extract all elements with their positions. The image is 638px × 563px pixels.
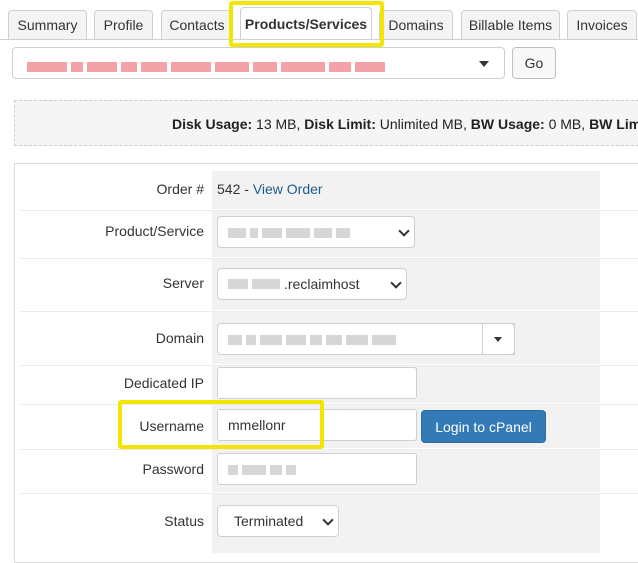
highlight-products-tab [229, 1, 384, 47]
order-value: 542 - View Order [217, 181, 323, 197]
tab-summary[interactable]: Summary [8, 10, 87, 39]
dedicated-ip-input[interactable] [217, 367, 417, 399]
chevron-down-icon [322, 514, 334, 526]
tab-invoices[interactable]: Invoices [567, 10, 637, 39]
row-divider [20, 449, 638, 450]
password-input[interactable] [217, 453, 417, 485]
row-divider [20, 365, 638, 366]
disk-limit-label: Disk Limit: [304, 116, 376, 132]
row-divider [20, 311, 638, 312]
tab-profile[interactable]: Profile [94, 10, 153, 39]
server-label: Server [162, 275, 204, 291]
row-divider [20, 258, 638, 259]
tab-billable-items[interactable]: Billable Items [461, 10, 560, 39]
row-divider [20, 493, 638, 494]
tab-contacts[interactable]: Contacts [161, 10, 233, 39]
service-select[interactable] [12, 47, 505, 79]
product-service-select[interactable] [217, 216, 415, 248]
usage-text: Disk Usage: 13 MB, Disk Limit: Unlimited… [172, 116, 638, 132]
redacted-server-prefix [252, 279, 280, 289]
chevron-down-icon [390, 277, 402, 289]
chevron-down-icon [398, 225, 410, 237]
server-select[interactable]: .reclaimhost [217, 268, 407, 300]
chevron-down-icon [494, 337, 502, 342]
password-label: Password [142, 461, 204, 477]
bw-usage-value: 0 MB, [548, 116, 586, 132]
redacted-domain-name [228, 331, 400, 347]
redacted-password [228, 461, 300, 477]
usage-panel: Disk Usage: 13 MB, Disk Limit: Unlimited… [14, 100, 638, 146]
order-number: 542 - [217, 181, 249, 197]
dedicated-ip-label: Dedicated IP [123, 375, 204, 391]
go-button[interactable]: Go [512, 47, 556, 79]
login-to-cpanel-button[interactable]: Login to cPanel [421, 410, 546, 443]
disk-usage-value: 13 MB, [256, 116, 301, 132]
status-select[interactable]: Terminated [217, 505, 339, 537]
tab-domains[interactable]: Domains [379, 10, 453, 39]
order-label: Order # [156, 181, 204, 197]
redacted-service-name [27, 58, 389, 74]
disk-usage-label: Disk Usage: [172, 116, 253, 132]
row-divider [20, 210, 638, 211]
redacted-product-name [228, 224, 354, 240]
chevron-down-icon [479, 61, 489, 67]
row-divider [20, 404, 638, 405]
server-value: .reclaimhost [284, 276, 360, 292]
bw-limit-label: BW Lim [589, 116, 638, 132]
status-value: Terminated [234, 513, 304, 529]
redacted-server-prefix [228, 279, 248, 289]
domain-dropdown-toggle[interactable] [482, 323, 515, 355]
product-service-label: Product/Service [105, 223, 204, 239]
highlight-username [118, 400, 324, 449]
view-order-link[interactable]: View Order [253, 181, 323, 197]
disk-limit-value: Unlimited MB, [379, 116, 467, 132]
bw-usage-label: BW Usage: [470, 116, 545, 132]
domain-select[interactable] [217, 323, 515, 355]
domain-label: Domain [155, 330, 204, 346]
status-label: Status [164, 513, 204, 529]
